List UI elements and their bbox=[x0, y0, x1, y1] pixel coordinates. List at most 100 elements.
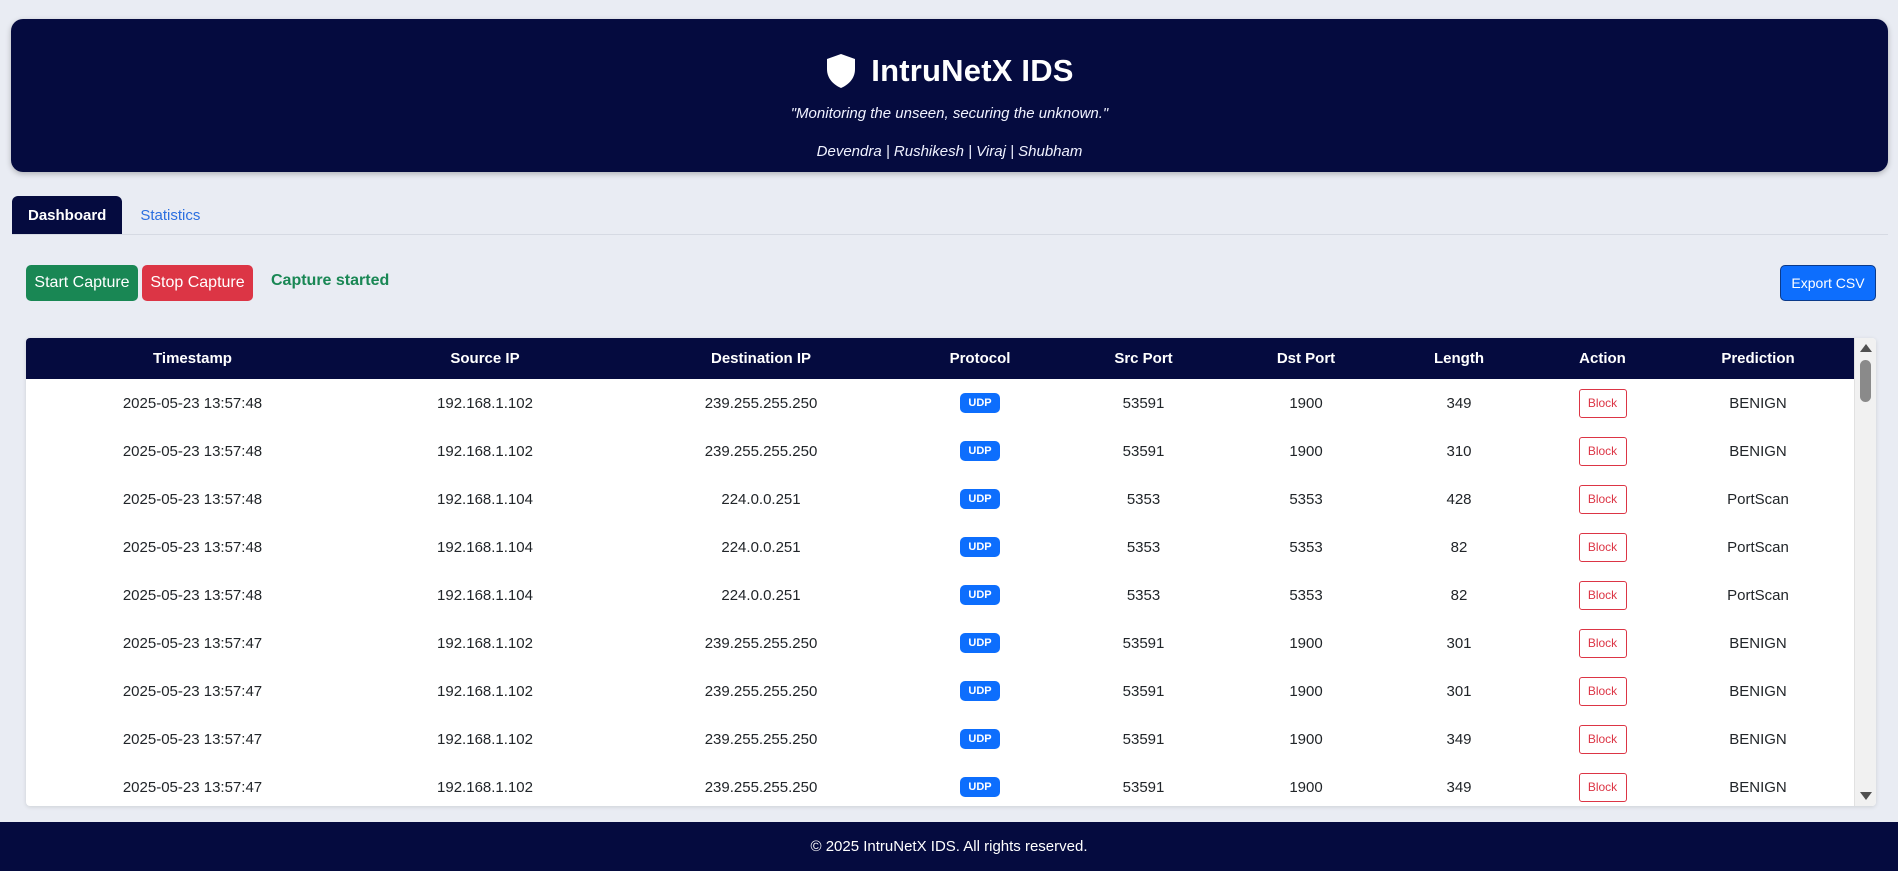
scroll-up-arrow-icon[interactable] bbox=[1860, 344, 1872, 352]
packet-table: Timestamp Source IP Destination IP Proto… bbox=[26, 338, 1855, 806]
export-csv-button[interactable]: Export CSV bbox=[1780, 265, 1876, 301]
column-header-source-ip[interactable]: Source IP bbox=[359, 338, 611, 379]
column-header-protocol[interactable]: Protocol bbox=[911, 338, 1049, 379]
cell-protocol: UDP bbox=[911, 667, 1049, 715]
scroll-down-arrow-icon[interactable] bbox=[1860, 792, 1872, 800]
cell-length: 349 bbox=[1446, 394, 1472, 412]
cell-dst-port: 1900 bbox=[1289, 634, 1323, 652]
cell-dst-port: 5353 bbox=[1289, 538, 1323, 556]
packet-table-scroll: Timestamp Source IP Destination IP Proto… bbox=[26, 338, 1855, 806]
protocol-badge: UDP bbox=[960, 393, 1000, 413]
cell-dst-port: 1900 bbox=[1289, 682, 1323, 700]
cell-action: Block bbox=[1544, 379, 1661, 427]
cell-protocol: UDP bbox=[911, 619, 1049, 667]
app-header: IntruNetX IDS "Monitoring the unseen, se… bbox=[11, 19, 1888, 172]
tab-statistics[interactable]: Statistics bbox=[124, 196, 216, 234]
cell-length: 349 bbox=[1446, 730, 1472, 748]
column-header-destination-ip[interactable]: Destination IP bbox=[611, 338, 911, 379]
footer-copyright: © 2025 IntruNetX IDS. All rights reserve… bbox=[810, 838, 1088, 855]
scroll-thumb[interactable] bbox=[1860, 360, 1871, 402]
cell-protocol: UDP bbox=[911, 571, 1049, 619]
block-button[interactable]: Block bbox=[1578, 676, 1627, 706]
cell-source-ip: 192.168.1.102 bbox=[437, 778, 533, 796]
cell-prediction: BENIGN bbox=[1729, 442, 1787, 460]
cell-src-port: 5353 bbox=[1126, 490, 1161, 508]
cell-action: Block bbox=[1544, 475, 1661, 523]
cell-action: Block bbox=[1544, 571, 1661, 619]
capture-status: Capture started bbox=[271, 272, 390, 289]
cell-destination-ip: 239.255.255.250 bbox=[704, 634, 818, 652]
block-button[interactable]: Block bbox=[1578, 772, 1627, 802]
cell-src-port: 53591 bbox=[1122, 634, 1165, 652]
cell-length: 82 bbox=[1450, 586, 1468, 604]
cell-destination-ip: 239.255.255.250 bbox=[704, 394, 818, 412]
table-row: 2025-05-23 13:57:48 192.168.1.104 224.0.0.… bbox=[26, 475, 1855, 523]
cell-source-ip: 192.168.1.104 bbox=[437, 586, 533, 604]
cell-timestamp: 2025-05-23 13:57:47 bbox=[122, 634, 263, 652]
cell-prediction: BENIGN bbox=[1729, 682, 1787, 700]
shield-icon bbox=[825, 53, 857, 89]
tab-bar: Dashboard Statistics bbox=[12, 196, 1888, 235]
column-header-src-port[interactable]: Src Port bbox=[1049, 338, 1238, 379]
cell-dst-port: 1900 bbox=[1289, 730, 1323, 748]
column-header-length[interactable]: Length bbox=[1374, 338, 1544, 379]
cell-timestamp: 2025-05-23 13:57:48 bbox=[122, 490, 263, 508]
cell-protocol: UDP bbox=[911, 523, 1049, 571]
block-button[interactable]: Block bbox=[1578, 436, 1627, 466]
block-button[interactable]: Block bbox=[1578, 580, 1627, 610]
cell-prediction: BENIGN bbox=[1729, 778, 1787, 796]
cell-prediction: PortScan bbox=[1727, 538, 1789, 556]
cell-timestamp: 2025-05-23 13:57:48 bbox=[122, 538, 263, 556]
table-scrollbar[interactable] bbox=[1854, 338, 1876, 806]
protocol-badge: UDP bbox=[960, 441, 1000, 461]
block-button[interactable]: Block bbox=[1578, 484, 1627, 514]
table-row: 2025-05-23 13:57:47 192.168.1.102 239.255.… bbox=[26, 715, 1855, 763]
protocol-badge: UDP bbox=[960, 633, 1000, 653]
cell-destination-ip: 239.255.255.250 bbox=[704, 730, 818, 748]
stop-capture-button[interactable]: Stop Capture bbox=[142, 265, 253, 301]
block-button[interactable]: Block bbox=[1578, 628, 1627, 658]
cell-destination-ip: 239.255.255.250 bbox=[704, 442, 818, 460]
start-capture-button[interactable]: Start Capture bbox=[26, 265, 138, 301]
cell-source-ip: 192.168.1.102 bbox=[437, 442, 533, 460]
tab-dashboard[interactable]: Dashboard bbox=[12, 196, 123, 234]
cell-action: Block bbox=[1544, 619, 1661, 667]
column-header-action[interactable]: Action bbox=[1544, 338, 1661, 379]
cell-protocol: UDP bbox=[911, 379, 1049, 427]
protocol-badge: UDP bbox=[960, 729, 1000, 749]
app-title: IntruNetX IDS bbox=[871, 53, 1074, 88]
cell-src-port: 53591 bbox=[1122, 394, 1165, 412]
cell-length: 349 bbox=[1446, 778, 1472, 796]
cell-action: Block bbox=[1544, 763, 1661, 806]
cell-prediction: PortScan bbox=[1727, 490, 1789, 508]
cell-timestamp: 2025-05-23 13:57:48 bbox=[122, 394, 263, 412]
cell-destination-ip: 224.0.0.251 bbox=[721, 490, 801, 508]
cell-dst-port: 1900 bbox=[1289, 394, 1323, 412]
table-row: 2025-05-23 13:57:47 192.168.1.102 239.255.… bbox=[26, 763, 1855, 806]
block-button[interactable]: Block bbox=[1578, 388, 1627, 418]
block-button[interactable]: Block bbox=[1578, 724, 1627, 754]
table-row: 2025-05-23 13:57:47 192.168.1.102 239.255.… bbox=[26, 619, 1855, 667]
table-row: 2025-05-23 13:57:48 192.168.1.104 224.0.0.… bbox=[26, 571, 1855, 619]
table-row: 2025-05-23 13:57:48 192.168.1.102 239.255.… bbox=[26, 427, 1855, 475]
table-header-row: Timestamp Source IP Destination IP Proto… bbox=[26, 338, 1855, 379]
column-header-prediction[interactable]: Prediction bbox=[1661, 338, 1855, 379]
column-header-timestamp[interactable]: Timestamp bbox=[26, 338, 359, 379]
cell-length: 82 bbox=[1450, 538, 1468, 556]
cell-prediction: BENIGN bbox=[1729, 394, 1787, 412]
packet-table-card: Timestamp Source IP Destination IP Proto… bbox=[26, 338, 1876, 806]
cell-timestamp: 2025-05-23 13:57:48 bbox=[122, 586, 263, 604]
cell-source-ip: 192.168.1.102 bbox=[437, 730, 533, 748]
cell-destination-ip: 239.255.255.250 bbox=[704, 682, 818, 700]
block-button[interactable]: Block bbox=[1578, 532, 1627, 562]
brand: IntruNetX IDS bbox=[11, 49, 1888, 93]
cell-length: 301 bbox=[1446, 682, 1472, 700]
column-header-dst-port[interactable]: Dst Port bbox=[1238, 338, 1374, 379]
cell-action: Block bbox=[1544, 667, 1661, 715]
cell-timestamp: 2025-05-23 13:57:47 bbox=[122, 730, 263, 748]
cell-timestamp: 2025-05-23 13:57:48 bbox=[122, 442, 263, 460]
protocol-badge: UDP bbox=[960, 537, 1000, 557]
cell-timestamp: 2025-05-23 13:57:47 bbox=[122, 682, 263, 700]
cell-protocol: UDP bbox=[911, 763, 1049, 806]
cell-source-ip: 192.168.1.104 bbox=[437, 490, 533, 508]
